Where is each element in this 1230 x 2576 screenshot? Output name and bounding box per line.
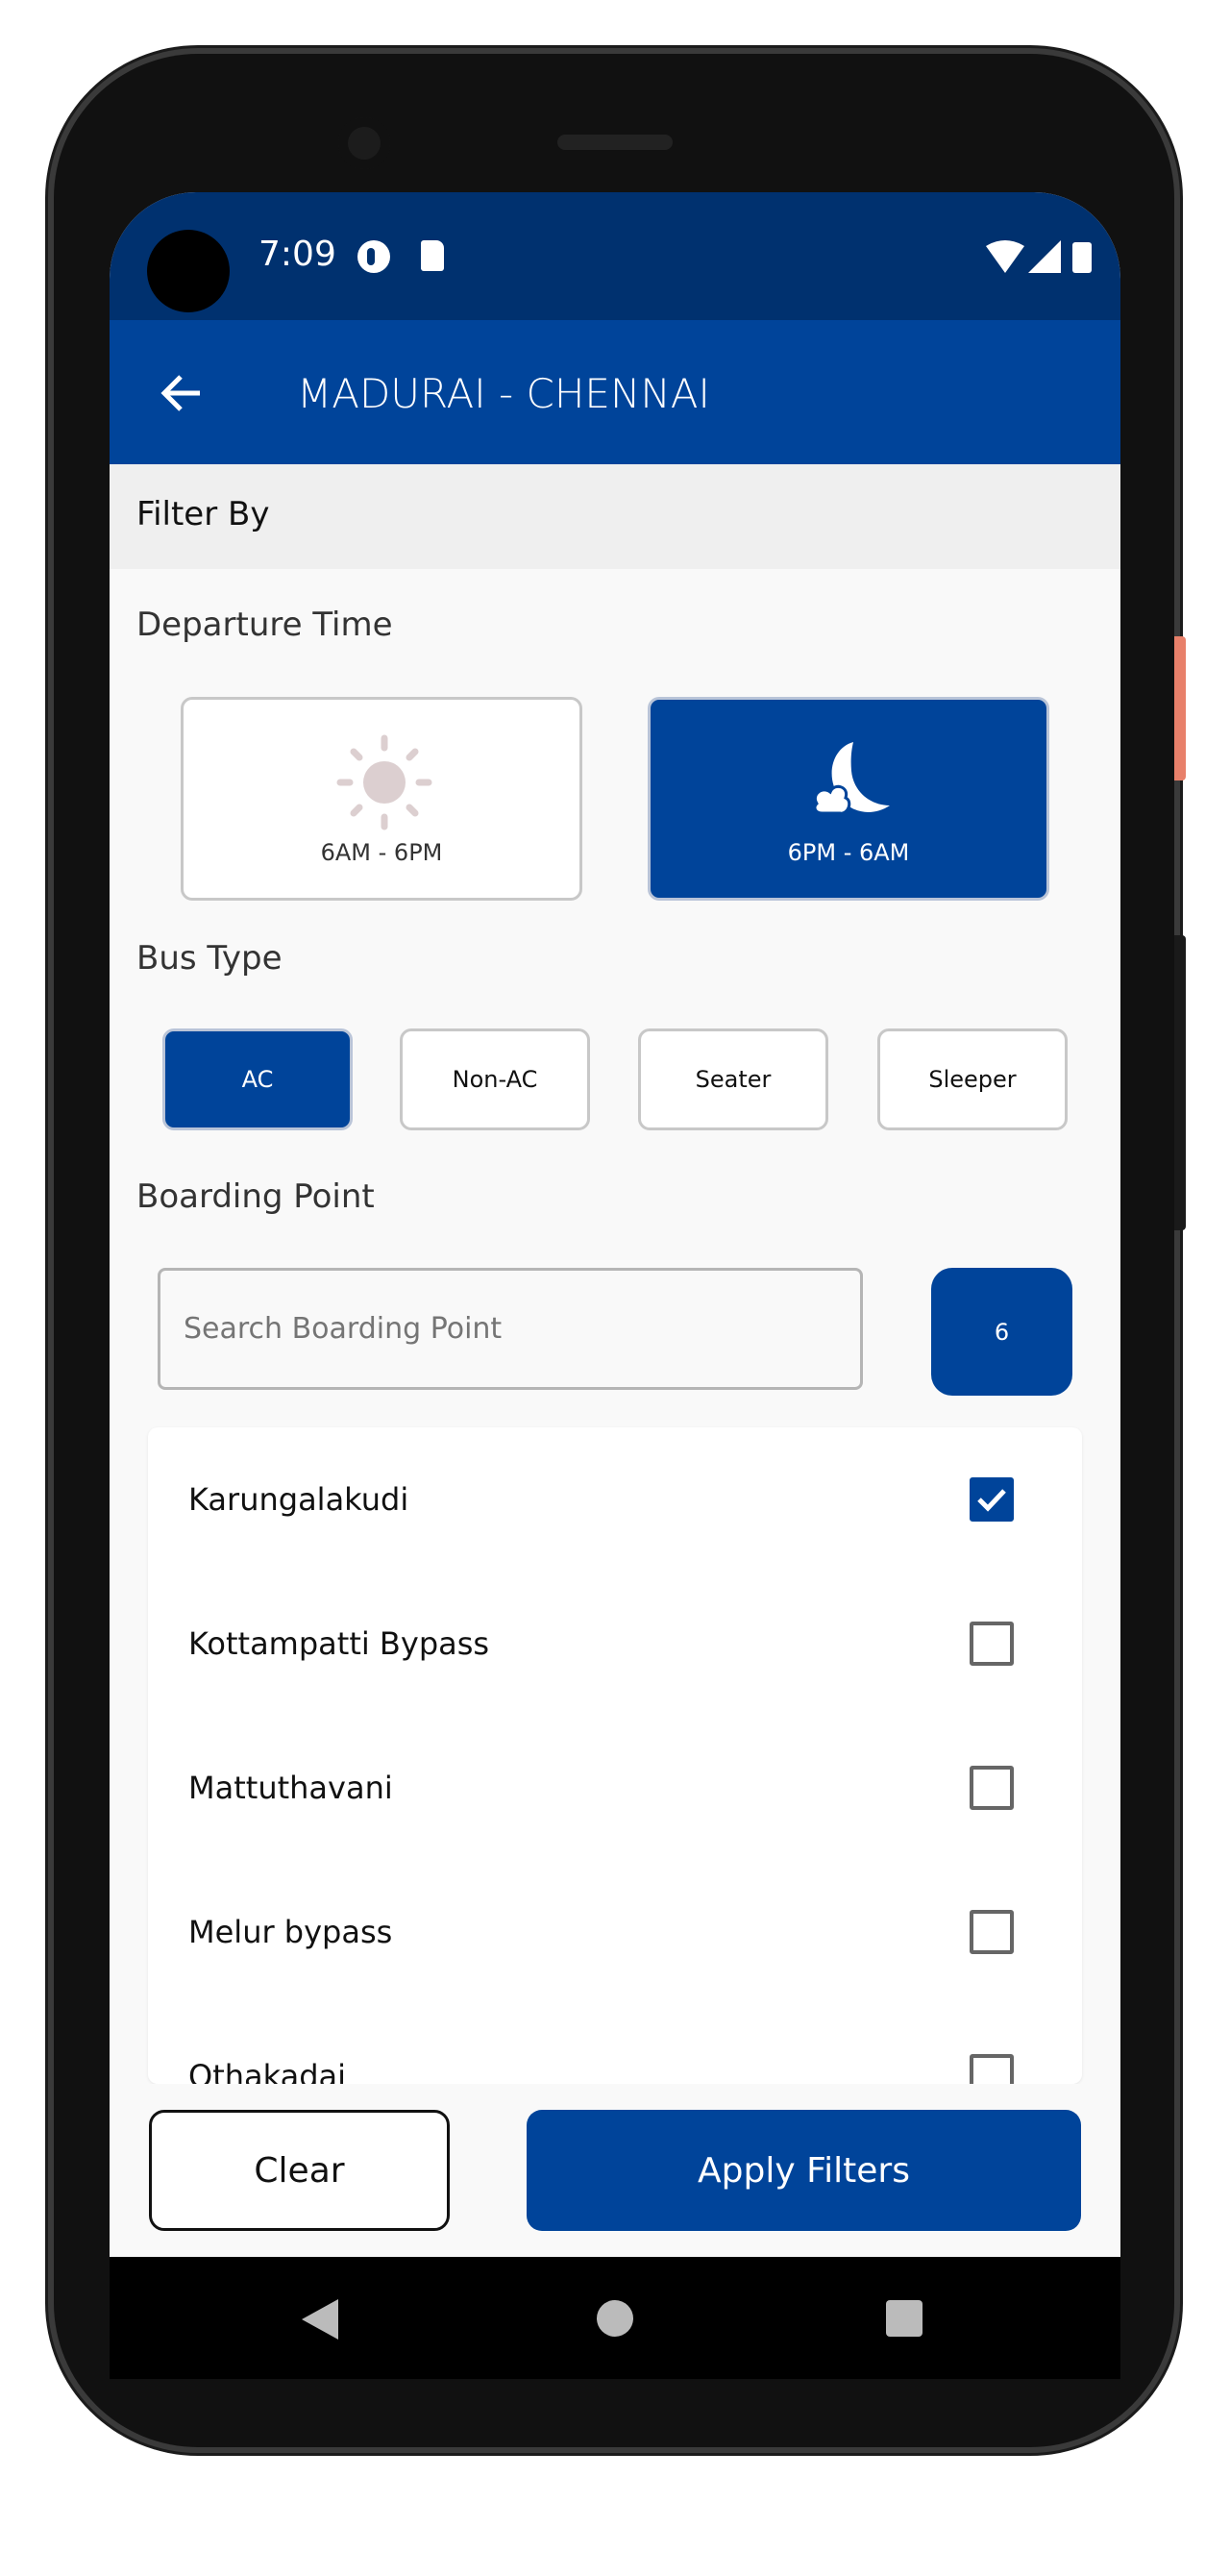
bus-type-sleeper[interactable]: Sleeper	[877, 1028, 1068, 1130]
home-nav-icon[interactable]	[597, 2300, 633, 2337]
recents-nav-icon[interactable]	[886, 2300, 922, 2337]
chip-label: Seater	[695, 1066, 772, 1093]
check-icon	[977, 1489, 1006, 1512]
status-time: 7:09	[258, 235, 336, 274]
departure-time-label: Departure Time	[136, 606, 393, 644]
power-button	[1174, 636, 1186, 780]
time-option-night[interactable]: 6PM - 6AM	[648, 697, 1049, 901]
sd-card-icon	[421, 240, 444, 271]
clear-label: Clear	[254, 2150, 345, 2191]
volume-button	[1174, 935, 1186, 1230]
list-item[interactable]: Karungalakudi	[148, 1427, 1082, 1572]
filter-by-label: Filter By	[136, 495, 270, 533]
filter-header: Filter By	[110, 464, 1120, 569]
app-notification-icon	[357, 240, 390, 273]
wifi-icon	[986, 240, 1024, 273]
page-title: MADURAI - CHENNAI	[297, 370, 710, 417]
moon-icon	[813, 742, 890, 815]
punch-hole-camera	[147, 230, 230, 312]
time-option-day[interactable]: 6AM - 6PM	[181, 697, 582, 901]
boarding-point-label: Boarding Point	[136, 1177, 375, 1216]
bus-type-ac[interactable]: AC	[162, 1028, 353, 1130]
item-label: Karungalakudi	[188, 1481, 409, 1518]
list-item[interactable]: Mattuthavani	[148, 1716, 1082, 1860]
chip-label: Sleeper	[928, 1066, 1017, 1093]
signal-icon	[1028, 240, 1061, 273]
checkbox[interactable]	[970, 1766, 1014, 1810]
boarding-search-input[interactable]	[158, 1268, 863, 1390]
screen: 7:09 MADURAI - CHENNAI Filter By Departu…	[110, 192, 1120, 2379]
clear-button[interactable]: Clear	[149, 2110, 450, 2231]
list-item[interactable]: Othakadai	[148, 2004, 1082, 2084]
time-option-label: 6PM - 6AM	[787, 839, 910, 866]
apply-filters-button[interactable]: Apply Filters	[527, 2110, 1081, 2231]
apply-label: Apply Filters	[698, 2150, 910, 2191]
time-option-label: 6AM - 6PM	[320, 839, 443, 866]
app-bar: MADURAI - CHENNAI	[110, 320, 1120, 464]
speaker-grille	[557, 135, 673, 150]
checkbox[interactable]	[970, 2054, 1014, 2084]
checkbox[interactable]	[970, 1910, 1014, 1954]
bus-type-label: Bus Type	[136, 939, 283, 978]
item-label: Kottampatti Bypass	[188, 1625, 490, 1662]
battery-icon	[1072, 242, 1092, 273]
boarding-count-button[interactable]: 6	[931, 1268, 1072, 1396]
count-label: 6	[994, 1318, 1010, 1346]
item-label: Othakadai	[188, 2058, 347, 2084]
boarding-point-list: Karungalakudi Kottampatti Bypass Mattuth…	[148, 1427, 1082, 2084]
back-nav-icon[interactable]	[302, 2299, 340, 2340]
bus-type-seater[interactable]: Seater	[638, 1028, 828, 1130]
chip-label: Non-AC	[452, 1066, 538, 1093]
sun-icon	[336, 734, 432, 830]
front-camera	[338, 117, 390, 169]
list-item[interactable]: Melur bypass	[148, 1860, 1082, 2004]
checkbox-checked[interactable]	[970, 1477, 1014, 1522]
system-nav-bar	[110, 2257, 1120, 2379]
list-item[interactable]: Kottampatti Bypass	[148, 1572, 1082, 1716]
chip-label: AC	[241, 1066, 274, 1093]
status-bar: 7:09	[110, 192, 1120, 320]
arrow-left-icon[interactable]	[160, 374, 202, 412]
item-label: Mattuthavani	[188, 1770, 393, 1806]
checkbox[interactable]	[970, 1622, 1014, 1666]
item-label: Melur bypass	[188, 1914, 393, 1950]
bus-type-non-ac[interactable]: Non-AC	[400, 1028, 590, 1130]
